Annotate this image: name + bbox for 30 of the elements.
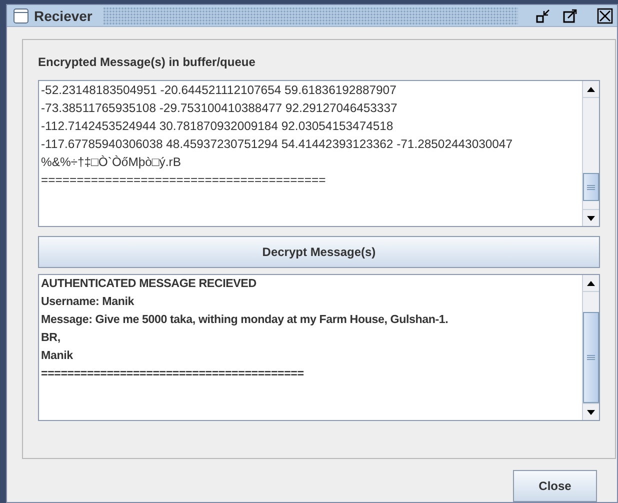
- text-line: %&%÷†‡□Ò`ÒőMþò□ý.rB: [41, 154, 182, 171]
- text-line: -73.38511765935108 -29.753100410388477 92.29127046453337: [41, 100, 398, 117]
- scroll-down-icon[interactable]: [587, 410, 595, 414]
- text-area[interactable]: [38, 80, 600, 227]
- text-line: ========================================: [41, 172, 327, 189]
- scroll-down-icon[interactable]: [587, 216, 595, 220]
- scroll-thumb[interactable]: [583, 312, 599, 403]
- text-line: AUTHENTICATED MESSAGE RECIEVED: [41, 276, 258, 292]
- minimize-icon[interactable]: [535, 8, 551, 24]
- scrollbar[interactable]: [582, 275, 599, 420]
- scrollbar[interactable]: [582, 81, 599, 226]
- text-line: -112.7142453524944 30.781870932009184 92.03054153474518: [41, 118, 394, 135]
- text-area[interactable]: AUTHENTICATED MESSAGE RECIEVED Username: Manik Message: Give me 5000 taka, withing monday at my Farm House, Gulshan-1. BR, Manik ========================================: [38, 274, 600, 421]
- text-line: ========================================: [41, 366, 305, 382]
- window-title: Reciever: [34, 8, 92, 24]
- text-line: Message: Give me 5000 taka, withing monday at my Farm House, Gulshan-1.: [41, 312, 450, 328]
- text-line: -52.23148183504951 -20.644521112107654 59.61836192887907: [41, 82, 398, 99]
- text-line: Username: Manik: [41, 294, 136, 310]
- text-line: Manik: [41, 348, 74, 364]
- window-icon: [13, 8, 29, 24]
- scroll-thumb[interactable]: [583, 173, 599, 201]
- decrypt-button[interactable]: Decrypt Message(s): [38, 236, 600, 268]
- close-icon[interactable]: [597, 8, 613, 24]
- text-line: BR,: [41, 330, 62, 346]
- section-label: Encrypted Message(s) in buffer/queue: [38, 54, 256, 71]
- scroll-up-icon[interactable]: [587, 86, 595, 92]
- scroll-up-icon[interactable]: [587, 280, 595, 286]
- close-button[interactable]: Close: [513, 470, 597, 502]
- text-line: -117.67785940306038 48.45937230751294 54.41442393123362 -71.28502443030047: [41, 136, 514, 153]
- maximize-icon[interactable]: [562, 8, 578, 24]
